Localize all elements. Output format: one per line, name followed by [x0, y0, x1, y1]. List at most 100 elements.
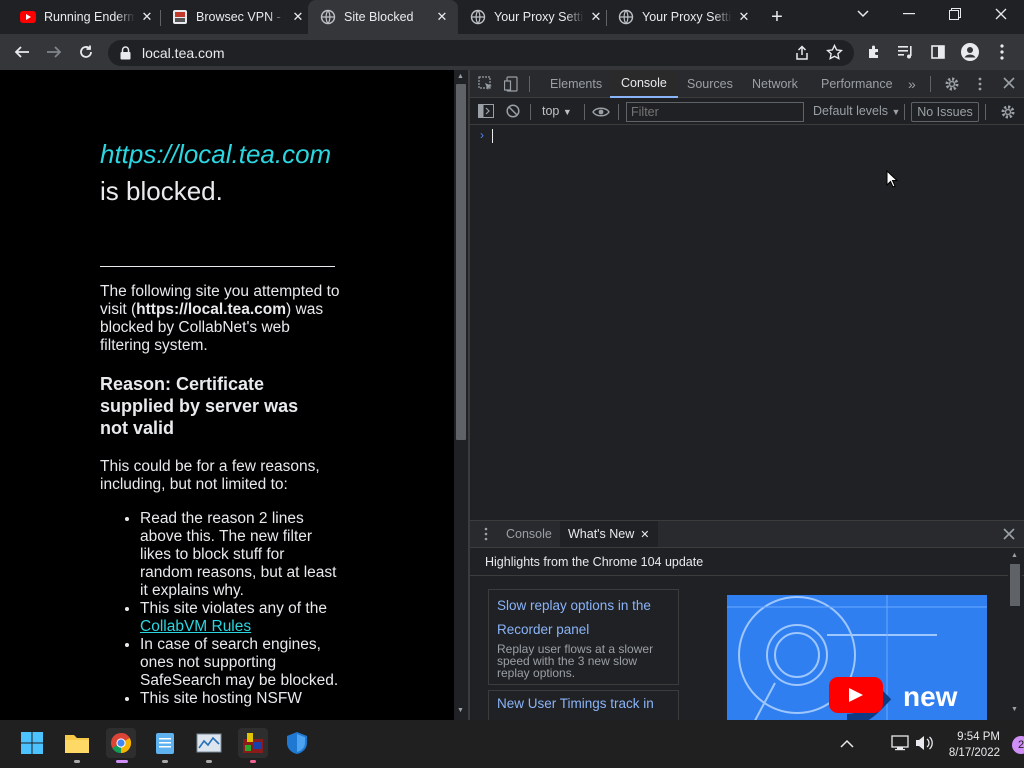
settings-gear-icon[interactable] [944, 76, 960, 97]
feature-card-title[interactable]: New User Timings track in [497, 695, 670, 713]
reasons-list: Read the reason 2 lines above this. The … [140, 510, 340, 708]
drawer-tab-console[interactable]: Console [506, 521, 552, 547]
file-explorer-icon[interactable] [62, 728, 92, 758]
whats-new-header: Highlights from the Chrome 104 update [485, 555, 704, 569]
tab-console[interactable]: Console [610, 70, 678, 98]
feature-card[interactable]: New User Timings track in [488, 690, 679, 720]
console-filter-input[interactable] [626, 102, 804, 122]
resource-monitor-icon[interactable] [194, 728, 224, 758]
reload-icon[interactable] [72, 34, 100, 70]
scrollbar-thumb[interactable] [1010, 564, 1020, 606]
close-icon[interactable]: ✕ [588, 9, 604, 25]
collabvm-rules-link[interactable]: CollabVM Rules [140, 618, 251, 635]
tab-strip: Running Enderm ✕ Browsec VPN - F ✕ Site … [0, 0, 1024, 34]
close-devtools-icon[interactable] [1002, 76, 1016, 95]
issues-button[interactable]: No Issues [911, 102, 979, 122]
bookmark-star-icon[interactable] [826, 43, 843, 66]
toolbar-divider [584, 104, 585, 120]
sidebar-toggle-icon[interactable] [478, 104, 494, 123]
show-hidden-icons-chevron-icon[interactable] [840, 736, 854, 754]
tab-sources[interactable]: Sources [687, 70, 733, 98]
clock-date: 8/17/2022 [948, 747, 1000, 759]
extensions-icon[interactable] [860, 34, 888, 70]
tab-elements[interactable]: Elements [550, 70, 602, 98]
console-settings-gear-icon[interactable] [1000, 104, 1016, 125]
close-icon[interactable]: ✕ [290, 9, 306, 25]
drawer-scrollbar[interactable]: ▲ ▼ [1008, 548, 1022, 720]
tab-divider [606, 10, 607, 26]
chrome-icon[interactable] [106, 728, 136, 758]
close-drawer-icon[interactable] [1002, 527, 1016, 546]
device-toolbar-icon[interactable] [503, 76, 520, 97]
lock-icon[interactable] [120, 46, 131, 65]
tab-proxy-2[interactable]: Your Proxy Setti ✕ [610, 0, 752, 34]
drawer-menu-icon[interactable] [484, 527, 488, 546]
list-item: This site hosting NSFW [140, 690, 340, 708]
new-tab-icon[interactable]: + [764, 0, 790, 34]
tab-site-blocked[interactable]: Site Blocked ✕ [308, 0, 458, 34]
log-levels-dropdown[interactable]: Default levels ▼ [813, 104, 900, 118]
network-icon[interactable] [891, 735, 909, 756]
scroll-down-arrow-icon[interactable]: ▼ [1011, 706, 1018, 713]
system-clock[interactable]: 9:54 PM 8/17/2022 [944, 729, 1000, 761]
youtube-play-button-icon[interactable] [829, 677, 883, 713]
windows-start-icon[interactable] [17, 728, 47, 758]
tab-proxy-1[interactable]: Your Proxy Setti ✕ [462, 0, 604, 34]
clear-console-icon[interactable] [506, 104, 520, 123]
restore-icon[interactable] [942, 0, 968, 28]
inspect-element-icon[interactable] [478, 76, 494, 97]
profile-icon[interactable] [956, 34, 984, 70]
forward-icon[interactable] [40, 34, 68, 70]
close-icon[interactable]: ✕ [139, 9, 155, 25]
console-caret [492, 129, 493, 143]
list-item: This site violates any of theCollabVM Ru… [140, 600, 340, 636]
close-tab-icon[interactable]: ✕ [640, 528, 649, 541]
close-icon[interactable]: ✕ [434, 9, 450, 25]
tab-network[interactable]: Network [752, 70, 798, 98]
feature-card[interactable]: Slow replay options in the Recorder pane… [488, 589, 679, 685]
menu-icon[interactable] [988, 34, 1016, 70]
more-tabs-icon[interactable]: » [908, 70, 916, 98]
list-item-text: This site violates any of the [140, 600, 327, 617]
taskbar-running-indicator [162, 760, 168, 763]
drawer-tab-whats-new[interactable]: What's New ✕ [560, 521, 658, 547]
tab-divider [160, 10, 161, 26]
scroll-up-arrow-icon[interactable]: ▲ [1011, 552, 1018, 559]
notification-badge[interactable]: 2 [1012, 736, 1024, 754]
scrollbar-thumb[interactable] [456, 84, 466, 440]
live-expression-eye-icon[interactable] [592, 105, 610, 123]
back-icon[interactable] [8, 34, 36, 70]
url-text: local.tea.com [142, 45, 225, 61]
page-scrollbar[interactable]: ▲ ▼ [454, 70, 468, 720]
side-panel-icon[interactable] [924, 34, 952, 70]
feature-card-title[interactable]: Slow replay options in the Recorder pane… [497, 594, 670, 642]
paint-app-icon[interactable] [238, 728, 268, 758]
blocked-heading-text: is blocked. [100, 176, 223, 206]
tab-youtube[interactable]: Running Enderm ✕ [10, 0, 155, 34]
drawer-tabbar [470, 520, 1024, 548]
media-control-icon[interactable] [892, 34, 920, 70]
tab-browsec[interactable]: Browsec VPN - F ✕ [162, 0, 306, 34]
context-selector[interactable]: top ▼ [542, 104, 572, 118]
scroll-down-arrow-icon[interactable]: ▼ [457, 707, 465, 714]
notepad-icon[interactable] [150, 728, 180, 758]
tab-title: Running Enderm [44, 10, 135, 24]
video-thumbnail[interactable]: new [727, 595, 987, 720]
console-output[interactable]: › [470, 126, 1024, 520]
blocked-url-heading[interactable]: https://local.tea.com [100, 139, 331, 169]
scroll-up-arrow-icon[interactable]: ▲ [457, 73, 465, 80]
devtools-menu-icon[interactable] [978, 76, 982, 97]
list-item: Read the reason 2 lines above this. The … [140, 510, 340, 600]
taskbar-running-indicator [250, 760, 256, 763]
tab-search-icon[interactable] [850, 0, 876, 28]
address-bar[interactable]: local.tea.com [108, 40, 854, 66]
minimize-icon[interactable] [896, 0, 922, 28]
close-window-icon[interactable] [988, 0, 1014, 28]
toolbar-divider [904, 104, 905, 120]
close-icon[interactable]: ✕ [736, 9, 752, 25]
intro-url: https://local.tea.com [136, 301, 287, 318]
share-icon[interactable] [794, 45, 810, 66]
windows-security-icon[interactable] [282, 728, 312, 758]
tab-performance[interactable]: Performance [821, 70, 893, 98]
volume-icon[interactable] [915, 735, 933, 756]
